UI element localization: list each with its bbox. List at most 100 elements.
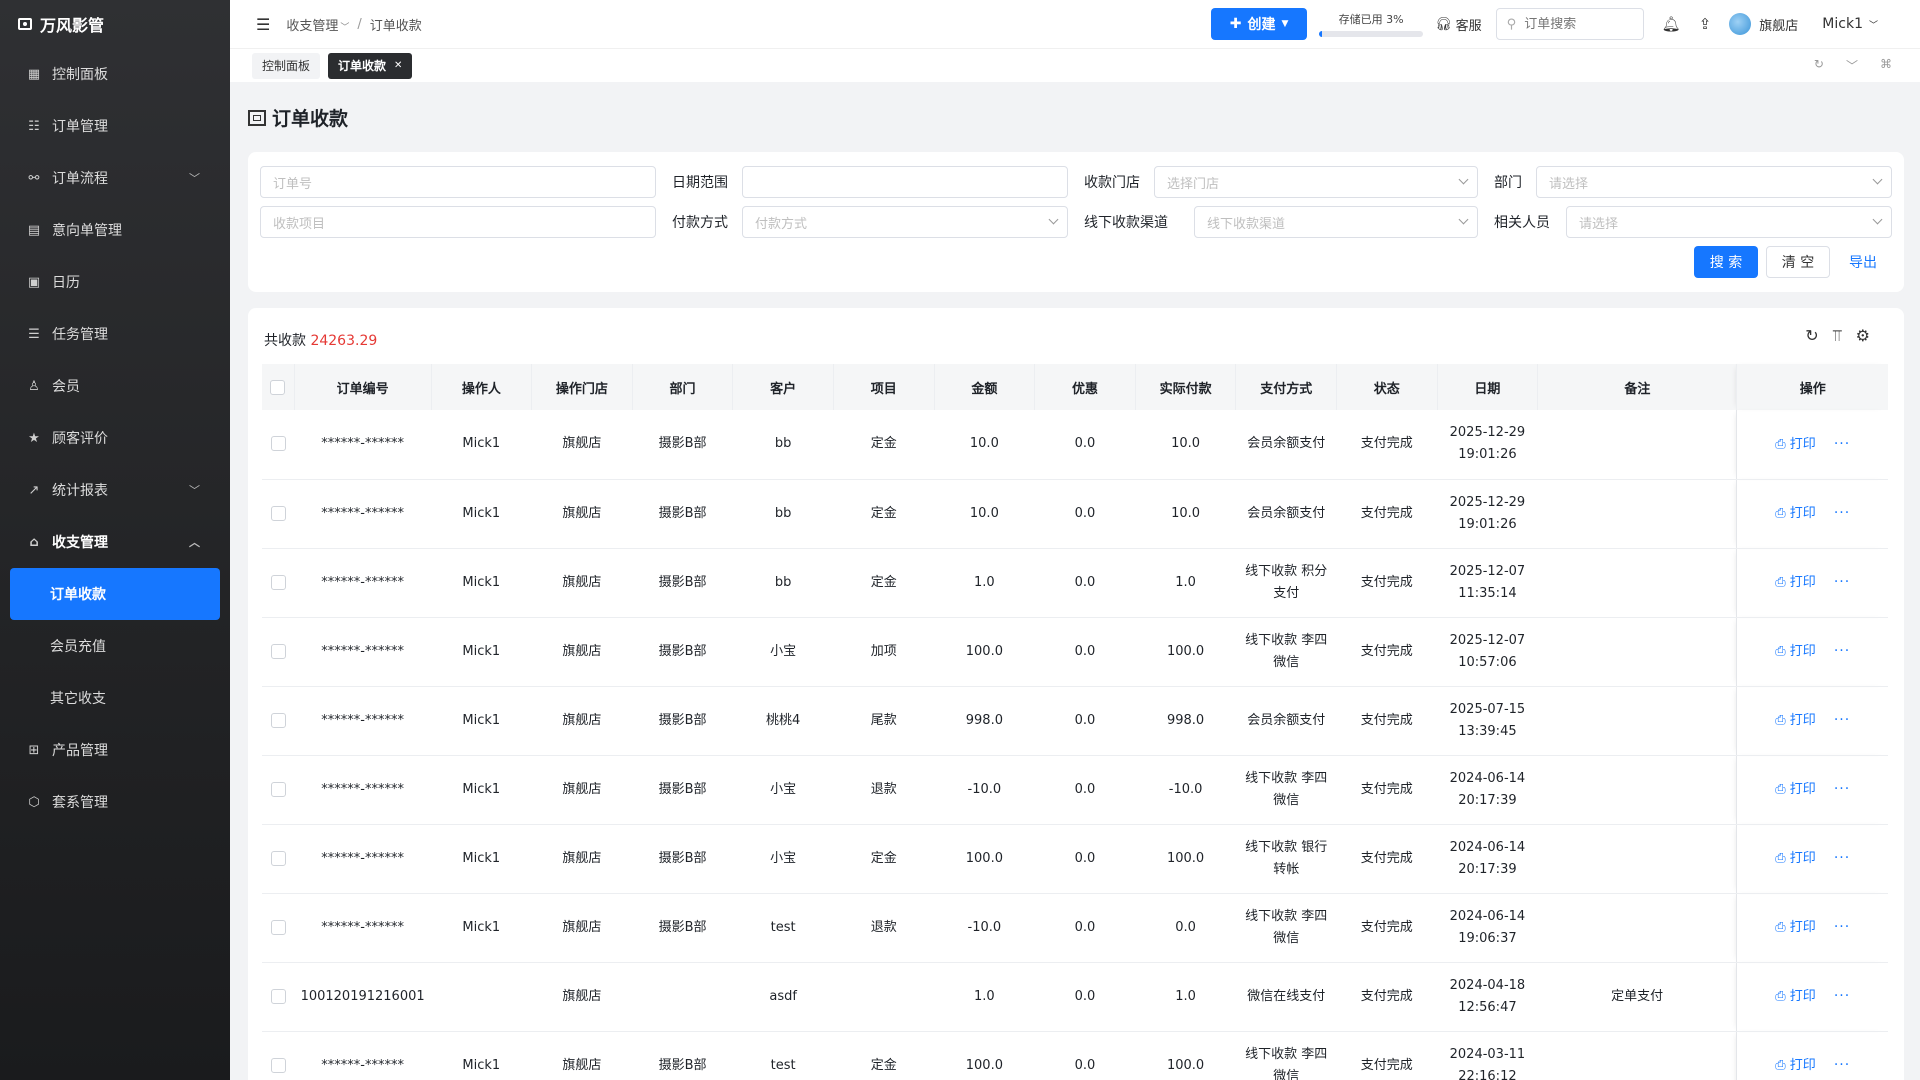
- sidebar: 万风影管 ▦ 控制面板 ☷ 订单管理 ⚯ 订单流程 ﹀ ▤ 意向单管理 ▣ 日历 ☰ 任务管理 ♙ 会员 ★ 顾…: [0, 0, 230, 1080]
- table-row[interactable]: ******-****** Mick1 旗舰店 摄影B部 桃桃4 尾款 998.0 0.0 99…: [262, 686, 1888, 756]
- more-actions-button[interactable]: ···: [1834, 574, 1850, 590]
- date-value: 2025-12-07: [1449, 563, 1526, 579]
- sidebar-item[interactable]: ☷ 订单管理: [0, 100, 230, 152]
- more-actions-button[interactable]: ···: [1834, 643, 1850, 659]
- sidebar-subitem[interactable]: 会员充值: [0, 620, 230, 672]
- order-search[interactable]: ⚲: [1495, 8, 1644, 40]
- refresh-icon[interactable]: ↻: [1805, 326, 1818, 346]
- table-row[interactable]: ******-****** Mick1 旗舰店 摄影B部 bb 定金 10.0 0.0 10.0…: [262, 479, 1888, 549]
- more-actions-button[interactable]: ···: [1834, 919, 1850, 935]
- print-button[interactable]: ⎙ 打印: [1775, 851, 1816, 866]
- row-checkbox[interactable]: [270, 781, 286, 797]
- sidebar-item[interactable]: ▦ 控制面板: [0, 48, 230, 100]
- print-button[interactable]: ⎙ 打印: [1775, 644, 1816, 659]
- refresh-icon[interactable]: ↻: [1814, 57, 1824, 74]
- print-button[interactable]: ⎙ 打印: [1775, 920, 1816, 935]
- payment-item-input[interactable]: 收款项目: [260, 206, 656, 238]
- order-no-input[interactable]: 订单号: [260, 166, 656, 198]
- sidebar-item[interactable]: ☰ 任务管理: [0, 308, 230, 360]
- more-actions-button[interactable]: ···: [1834, 505, 1850, 521]
- user-menu[interactable]: Mick1 ﹀: [1822, 16, 1878, 32]
- sidebar-subitem[interactable]: 订单收款: [10, 568, 220, 620]
- sidebar-item[interactable]: ♙ 会员: [0, 360, 230, 412]
- row-checkbox[interactable]: [270, 643, 286, 659]
- sidebar-item-label: 套系管理: [52, 795, 108, 811]
- sidebar-item[interactable]: ▣ 日历: [0, 256, 230, 308]
- table-row[interactable]: ******-****** Mick1 旗舰店 摄影B部 bb 定金 10.0 0.0 10.0…: [262, 410, 1888, 480]
- sidebar-item[interactable]: ⚯ 订单流程 ﹀: [0, 152, 230, 204]
- row-checkbox[interactable]: [270, 574, 286, 590]
- row-checkbox-cell: [262, 410, 295, 480]
- row-checkbox[interactable]: [270, 436, 286, 452]
- customer-service-button[interactable]: 🎧︎ 客服: [1435, 15, 1482, 34]
- search-button[interactable]: 搜 索: [1694, 246, 1758, 278]
- row-checkbox[interactable]: [270, 1057, 286, 1073]
- row-checkbox[interactable]: [270, 988, 286, 1004]
- print-button[interactable]: ⎙ 打印: [1775, 713, 1816, 728]
- cell-store: 旗舰店: [531, 1031, 633, 1080]
- table-row[interactable]: ******-****** Mick1 旗舰店 摄影B部 小宝 加项 100.0 0.0 100…: [262, 617, 1888, 687]
- chevron-down-icon[interactable]: ﹀: [1846, 57, 1858, 74]
- cell-status: 支付完成: [1336, 686, 1438, 756]
- menu-toggle-icon[interactable]: ☰: [256, 15, 270, 34]
- fullscreen-icon[interactable]: ⌘: [1880, 57, 1892, 74]
- table-row[interactable]: ******-****** Mick1 旗舰店 摄影B部 小宝 定金 100.0 0.0 100…: [262, 824, 1888, 894]
- export-button[interactable]: 导出: [1838, 246, 1888, 278]
- store-switcher[interactable]: 旗舰店: [1759, 15, 1798, 34]
- sidebar-item[interactable]: ⌂ 收支管理 ︿: [0, 516, 230, 568]
- row-checkbox[interactable]: [270, 712, 286, 728]
- print-button[interactable]: ⎙ 打印: [1775, 506, 1816, 521]
- table-row[interactable]: ******-****** Mick1 旗舰店 摄影B部 bb 定金 1.0 0.0 1.0 线下…: [262, 548, 1888, 618]
- create-button[interactable]: ✚ 创建 ▼: [1211, 8, 1308, 40]
- row-checkbox[interactable]: [270, 505, 286, 521]
- brand[interactable]: 万风影管: [0, 0, 230, 48]
- column-height-icon[interactable]: ⫪: [1833, 326, 1842, 346]
- more-actions-button[interactable]: ···: [1834, 712, 1850, 728]
- sidebar-item[interactable]: ★ 顾客评价: [0, 412, 230, 464]
- cell-item: 定金: [833, 824, 935, 894]
- bell-icon[interactable]: 🔔︎: [1662, 15, 1681, 33]
- pay-method-label: 付款方式: [672, 215, 728, 231]
- sidebar-subitem[interactable]: 其它收支: [0, 672, 230, 724]
- offline-channel-select[interactable]: 线下收款渠道: [1194, 206, 1478, 238]
- table-row[interactable]: ******-****** Mick1 旗舰店 摄影B部 test 退款 -10.0 0.0 0…: [262, 893, 1888, 963]
- upload-icon[interactable]: ⇪: [1699, 15, 1712, 33]
- more-actions-button[interactable]: ···: [1834, 436, 1850, 452]
- print-button[interactable]: ⎙ 打印: [1775, 575, 1816, 590]
- table-row[interactable]: 100120191216001 旗舰店 asdf 1.0 0.0 1.0 微信在线支付 支付完…: [262, 962, 1888, 1032]
- store-select[interactable]: 选择门店: [1154, 166, 1478, 198]
- tab-order-payment[interactable]: 订单收款 ✕: [328, 52, 413, 79]
- sidebar-item[interactable]: ⬡ 套系管理: [0, 776, 230, 828]
- tab-dashboard[interactable]: 控制面板: [252, 52, 321, 79]
- sidebar-item[interactable]: ↗ 统计报表 ﹀: [0, 464, 230, 516]
- print-button[interactable]: ⎙ 打印: [1775, 989, 1816, 1004]
- cell-date: 2024-06-14 20:17:39: [1437, 755, 1538, 825]
- sidebar-item[interactable]: ⊞ 产品管理: [0, 724, 230, 776]
- print-button[interactable]: ⎙ 打印: [1775, 1058, 1816, 1073]
- row-checkbox[interactable]: [270, 850, 286, 866]
- more-actions-button[interactable]: ···: [1834, 988, 1850, 1004]
- more-actions-button[interactable]: ···: [1834, 1057, 1850, 1073]
- close-icon[interactable]: ✕: [394, 60, 402, 71]
- payments-table: 订单编号 操作人 操作门店 部门 客户 项目 金额 优惠 实际付款 支付方式 状态 日期 备注 操作 **…: [262, 364, 1888, 1080]
- cell-dept: 摄影B部: [632, 410, 733, 480]
- date-range-picker[interactable]: [742, 166, 1068, 198]
- more-actions-button[interactable]: ···: [1834, 850, 1850, 866]
- pay-method-select[interactable]: 付款方式: [742, 206, 1068, 238]
- clear-button[interactable]: 清 空: [1766, 246, 1830, 278]
- breadcrumb-parent[interactable]: 收支管理 ﹀: [286, 15, 349, 34]
- more-actions-button[interactable]: ···: [1834, 781, 1850, 797]
- print-button[interactable]: ⎙ 打印: [1775, 782, 1816, 797]
- gear-icon[interactable]: ⚙: [1856, 326, 1870, 346]
- staff-select[interactable]: 请选择: [1566, 206, 1892, 238]
- row-checkbox[interactable]: [270, 919, 286, 935]
- table-row[interactable]: ******-****** Mick1 旗舰店 摄影B部 小宝 退款 -10.0 0.0 -10…: [262, 755, 1888, 825]
- order-search-input[interactable]: [1524, 16, 1625, 32]
- print-button[interactable]: ⎙ 打印: [1775, 437, 1816, 452]
- select-all-checkbox[interactable]: [270, 379, 286, 395]
- cell-store: 旗舰店: [531, 617, 633, 687]
- time-value: 19:06:37: [1458, 930, 1517, 946]
- sidebar-item[interactable]: ▤ 意向单管理: [0, 204, 230, 256]
- table-row[interactable]: ******-****** Mick1 旗舰店 摄影B部 test 定金 100.0 0.0 1…: [262, 1031, 1888, 1080]
- dept-select[interactable]: 请选择: [1536, 166, 1892, 198]
